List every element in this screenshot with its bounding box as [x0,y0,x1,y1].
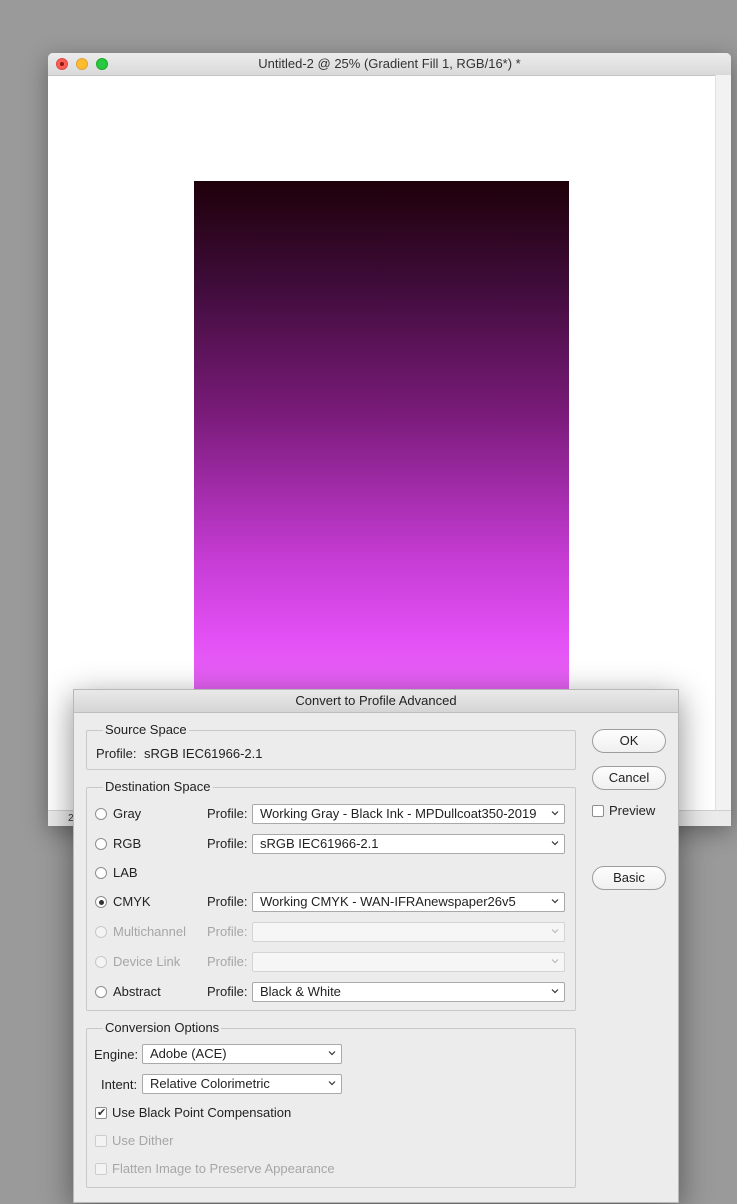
multichannel-label: Multichannel [113,924,186,939]
destination-row-multichannel: Multichannel Profile: [87,922,575,944]
destination-row-device-link: Device Link Profile: [87,952,575,974]
rgb-profile-value: sRGB IEC61966-2.1 [260,836,379,851]
close-window-icon[interactable] [56,58,68,70]
destination-space-group: Destination Space Gray Profile: Working … [86,779,576,1011]
chevron-down-icon [328,1079,336,1087]
dialog-title: Convert to Profile Advanced [74,690,678,713]
cmyk-profile-select[interactable]: Working CMYK - WAN-IFRAnewspaper26v5 [252,892,565,912]
cancel-button[interactable]: Cancel [592,766,666,790]
gray-profile-select[interactable]: Working Gray - Black Ink - MPDullcoat350… [252,804,565,824]
abstract-radio[interactable] [95,986,107,998]
preview-label[interactable]: Preview [609,803,655,818]
gray-profile-label: Profile: [207,806,248,821]
rgb-profile-select[interactable]: sRGB IEC61966-2.1 [252,834,565,854]
ok-button[interactable]: OK [592,729,666,753]
engine-value: Adobe (ACE) [150,1046,227,1061]
source-space-group: Source Space Profile: sRGB IEC61966-2.1 [86,722,576,770]
gray-label[interactable]: Gray [113,806,141,821]
basic-button[interactable]: Basic [592,866,666,890]
cmyk-profile-label: Profile: [207,894,248,909]
device-link-profile-label: Profile: [207,954,248,969]
device-link-profile-select[interactable] [252,952,565,972]
intent-label: Intent: [101,1077,138,1092]
intent-value: Relative Colorimetric [150,1076,270,1091]
abstract-profile-select[interactable]: Black & White [252,982,565,1002]
source-space-label: Source Space [103,722,189,737]
chevron-down-icon [551,897,559,905]
abstract-profile-value: Black & White [260,984,341,999]
device-link-radio[interactable] [95,956,107,968]
lab-radio[interactable] [95,867,107,879]
chevron-down-icon [551,957,559,965]
gray-profile-value: Working Gray - Black Ink - MPDullcoat350… [260,806,537,821]
rgb-radio[interactable] [95,838,107,850]
destination-row-rgb: RGB Profile: sRGB IEC61966-2.1 [87,834,575,856]
conversion-options-label: Conversion Options [103,1020,222,1035]
rgb-profile-label: Profile: [207,836,248,851]
document-title: Untitled-2 @ 25% (Gradient Fill 1, RGB/1… [258,56,521,71]
cmyk-profile-value: Working CMYK - WAN-IFRAnewspaper26v5 [260,894,516,909]
destination-row-lab: LAB [87,863,575,885]
chevron-down-icon [551,987,559,995]
multichannel-radio[interactable] [95,926,107,938]
destination-row-gray: Gray Profile: Working Gray - Black Ink -… [87,804,575,826]
flatten-image-label: Flatten Image to Preserve Appearance [112,1161,335,1176]
abstract-profile-label: Profile: [207,984,248,999]
destination-row-cmyk: CMYK Profile: Working CMYK - WAN-IFRAnew… [87,892,575,914]
use-dither-checkbox[interactable] [95,1135,107,1147]
destination-row-abstract: Abstract Profile: Black & White [87,982,575,1004]
engine-select[interactable]: Adobe (ACE) [142,1044,342,1064]
chevron-down-icon [328,1049,336,1057]
destination-space-label: Destination Space [103,779,213,794]
abstract-label[interactable]: Abstract [113,984,161,999]
cmyk-label[interactable]: CMYK [113,894,151,909]
source-profile-value: sRGB IEC61966-2.1 [144,746,263,761]
multichannel-profile-label: Profile: [207,924,248,939]
engine-label: Engine: [94,1047,139,1062]
lab-label[interactable]: LAB [113,865,138,880]
source-profile-label: Profile: [96,746,137,761]
black-point-compensation-label[interactable]: Use Black Point Compensation [112,1105,291,1120]
intent-select[interactable]: Relative Colorimetric [142,1074,342,1094]
chevron-down-icon [551,927,559,935]
chevron-down-icon [551,839,559,847]
convert-profile-dialog: Convert to Profile Advanced Source Space… [73,689,679,1203]
gradient-fill-canvas[interactable] [194,181,569,701]
gray-radio[interactable] [95,808,107,820]
use-dither-label: Use Dither [112,1133,174,1148]
chevron-down-icon [551,809,559,817]
cmyk-radio[interactable] [95,896,107,908]
preview-checkbox[interactable] [592,805,604,817]
flatten-image-checkbox[interactable] [95,1163,107,1175]
device-link-label: Device Link [113,954,181,969]
vertical-scrollbar[interactable] [715,75,731,810]
conversion-options-group: Conversion Options Engine: Adobe (ACE) I… [86,1020,576,1188]
multichannel-profile-select[interactable] [252,922,565,942]
minimize-window-icon[interactable] [76,58,88,70]
zoom-window-icon[interactable] [96,58,108,70]
document-titlebar[interactable]: Untitled-2 @ 25% (Gradient Fill 1, RGB/1… [48,53,731,76]
rgb-label[interactable]: RGB [113,836,141,851]
black-point-compensation-checkbox[interactable]: ✔ [95,1107,107,1119]
checkmark-icon: ✔ [97,1107,107,1119]
